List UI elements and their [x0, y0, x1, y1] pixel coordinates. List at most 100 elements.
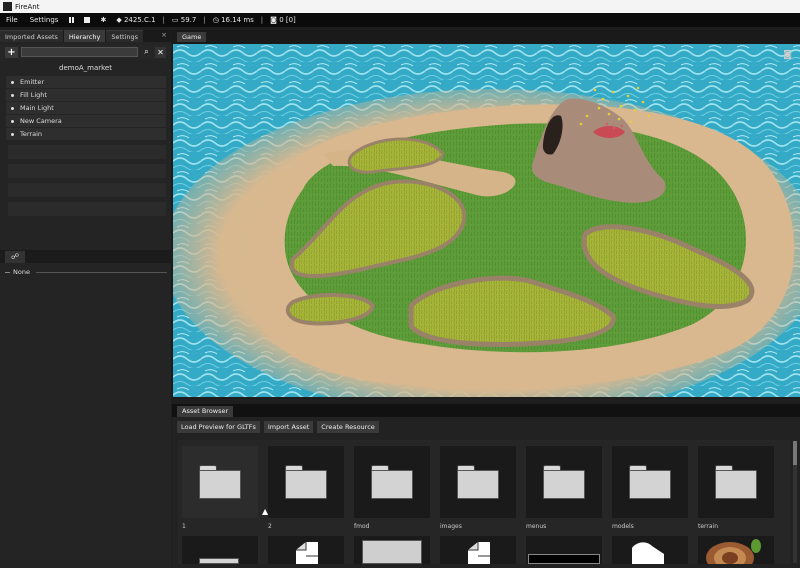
- import-asset-button[interactable]: Import Asset: [263, 421, 314, 433]
- hierarchy-item-label: Terrain: [20, 130, 43, 138]
- hierarchy-item-new-camera[interactable]: New Camera: [6, 115, 166, 127]
- asset-tile[interactable]: [182, 536, 258, 564]
- scrollbar-thumb[interactable]: [793, 441, 797, 465]
- asset-browser-panel: Asset Browser Load Preview for GLTFs Imp…: [172, 404, 800, 568]
- hierarchy-item-label: New Camera: [20, 117, 62, 125]
- bullet-icon: [11, 80, 14, 84]
- folder-label: images: [440, 523, 462, 530]
- folder-label: fmod: [354, 523, 370, 530]
- stop-button[interactable]: [79, 17, 95, 23]
- image-thumbnail: [528, 554, 600, 564]
- camera-icon[interactable]: ◙: [783, 50, 792, 60]
- hierarchy-item-label: Main Light: [20, 104, 54, 112]
- clock-icon: ◷: [212, 16, 219, 24]
- capture-label: 0 [0]: [279, 16, 296, 24]
- pause-button[interactable]: [64, 17, 79, 23]
- debug-button[interactable]: ✱: [95, 16, 111, 24]
- asset-browser-tabbar: Asset Browser: [172, 404, 800, 417]
- tab-inspector[interactable]: ☍: [5, 250, 25, 263]
- hierarchy-search-input[interactable]: [21, 47, 138, 57]
- hierarchy-item-fill-light[interactable]: Fill Light: [6, 89, 166, 101]
- hierarchy-item-emitter[interactable]: Emitter: [6, 76, 166, 88]
- bullet-icon: [11, 132, 14, 136]
- hierarchy-item-label: Emitter: [20, 78, 45, 86]
- folder-icon: [629, 465, 671, 499]
- inspector-selection: None: [5, 268, 167, 276]
- stop-icon: [84, 17, 91, 23]
- folder-tile[interactable]: [526, 446, 602, 518]
- game-viewport[interactable]: ◙: [173, 44, 800, 397]
- divider: [5, 271, 10, 273]
- fps-readout: ▭ 59.7: [167, 16, 201, 24]
- capture-readout: ◙ 0 [0]: [265, 16, 301, 24]
- tab-settings[interactable]: Settings: [106, 30, 144, 42]
- create-resource-button[interactable]: Create Resource: [317, 421, 379, 433]
- hierarchy-list: Emitter Fill Light Main Light New Camera…: [0, 76, 171, 140]
- bug-icon: ✱: [100, 16, 107, 24]
- asset-scrollbar[interactable]: [793, 441, 797, 563]
- hierarchy-item-label: Fill Light: [20, 91, 47, 99]
- camera-icon: ◙: [270, 16, 277, 24]
- island-scene: [173, 44, 800, 397]
- version-label: 2425.C.1: [123, 16, 156, 24]
- hierarchy-item-main-light[interactable]: Main Light: [6, 102, 166, 114]
- asset-grid: 1 2 fmod images menus models terrain ▲: [178, 440, 790, 568]
- image-thumbnail: [362, 540, 422, 564]
- left-panel: Imported Assets Hierarchy Settings × + ⌕…: [0, 30, 171, 568]
- add-entity-button[interactable]: +: [5, 46, 18, 58]
- folder-icon: [199, 558, 239, 564]
- asset-tile[interactable]: [268, 536, 344, 564]
- asset-tile[interactable]: [526, 536, 602, 564]
- monitor-icon: ▭: [171, 16, 179, 24]
- asset-tile[interactable]: [354, 536, 430, 564]
- asset-tile[interactable]: [698, 536, 774, 568]
- folder-tile[interactable]: [354, 446, 430, 518]
- close-panel-button[interactable]: ×: [157, 30, 171, 42]
- mouse-cursor-icon: ▲: [262, 507, 269, 516]
- bullet-icon: [11, 106, 14, 110]
- version-readout: ◆ 2425.C.1: [111, 16, 160, 24]
- frametime-label: 16.14 ms: [221, 16, 254, 24]
- menubar: File Settings ✱ ◆ 2425.C.1 | ▭ 59.7 | ◷ …: [0, 13, 800, 27]
- clear-search-button[interactable]: ✕: [155, 46, 166, 58]
- hierarchy-tree-icon: ☍: [10, 252, 20, 261]
- close-icon: ✕: [157, 47, 164, 57]
- asset-tile[interactable]: [612, 536, 688, 564]
- search-icon: ⌕: [144, 47, 149, 56]
- folder-tile[interactable]: [182, 446, 258, 518]
- folder-tile[interactable]: [268, 446, 344, 518]
- empty-row: [8, 164, 166, 178]
- hierarchy-item-terrain[interactable]: Terrain: [6, 128, 166, 140]
- asset-tile[interactable]: [440, 536, 516, 564]
- folder-tile[interactable]: [698, 446, 774, 518]
- scene-root-name: demoA_market: [59, 64, 112, 72]
- app-icon: [3, 2, 12, 11]
- menu-settings[interactable]: Settings: [24, 16, 65, 24]
- folder-label: 2: [268, 523, 272, 530]
- folder-tile[interactable]: [612, 446, 688, 518]
- file-icon: [296, 542, 318, 564]
- folder-label: menus: [526, 523, 547, 530]
- grass-plateau-3: [285, 293, 376, 326]
- pause-icon: [69, 17, 75, 23]
- hierarchy-toolbar: + ⌕ ✕: [0, 45, 171, 59]
- folder-tile[interactable]: [440, 446, 516, 518]
- folder-label: models: [612, 523, 634, 530]
- menu-file[interactable]: File: [0, 16, 24, 24]
- file-icon: [468, 542, 490, 564]
- terrain-thumbnail-icon: [706, 539, 761, 568]
- left-panel-tabs: Imported Assets Hierarchy Settings ×: [0, 30, 171, 42]
- divider: [35, 271, 167, 273]
- folder-icon: [371, 465, 413, 499]
- tag-icon: ◆: [116, 16, 122, 24]
- tab-asset-browser[interactable]: Asset Browser: [177, 406, 234, 417]
- folder-icon: [543, 465, 585, 499]
- selection-label: None: [13, 268, 30, 276]
- search-button[interactable]: ⌕: [141, 47, 152, 58]
- tab-imported-assets[interactable]: Imported Assets: [0, 30, 63, 42]
- bullet-icon: [11, 119, 14, 123]
- folder-icon: [457, 465, 499, 499]
- tab-hierarchy[interactable]: Hierarchy: [63, 30, 106, 42]
- load-preview-button[interactable]: Load Preview for GLTFs: [177, 421, 260, 433]
- tab-game[interactable]: Game: [177, 32, 207, 42]
